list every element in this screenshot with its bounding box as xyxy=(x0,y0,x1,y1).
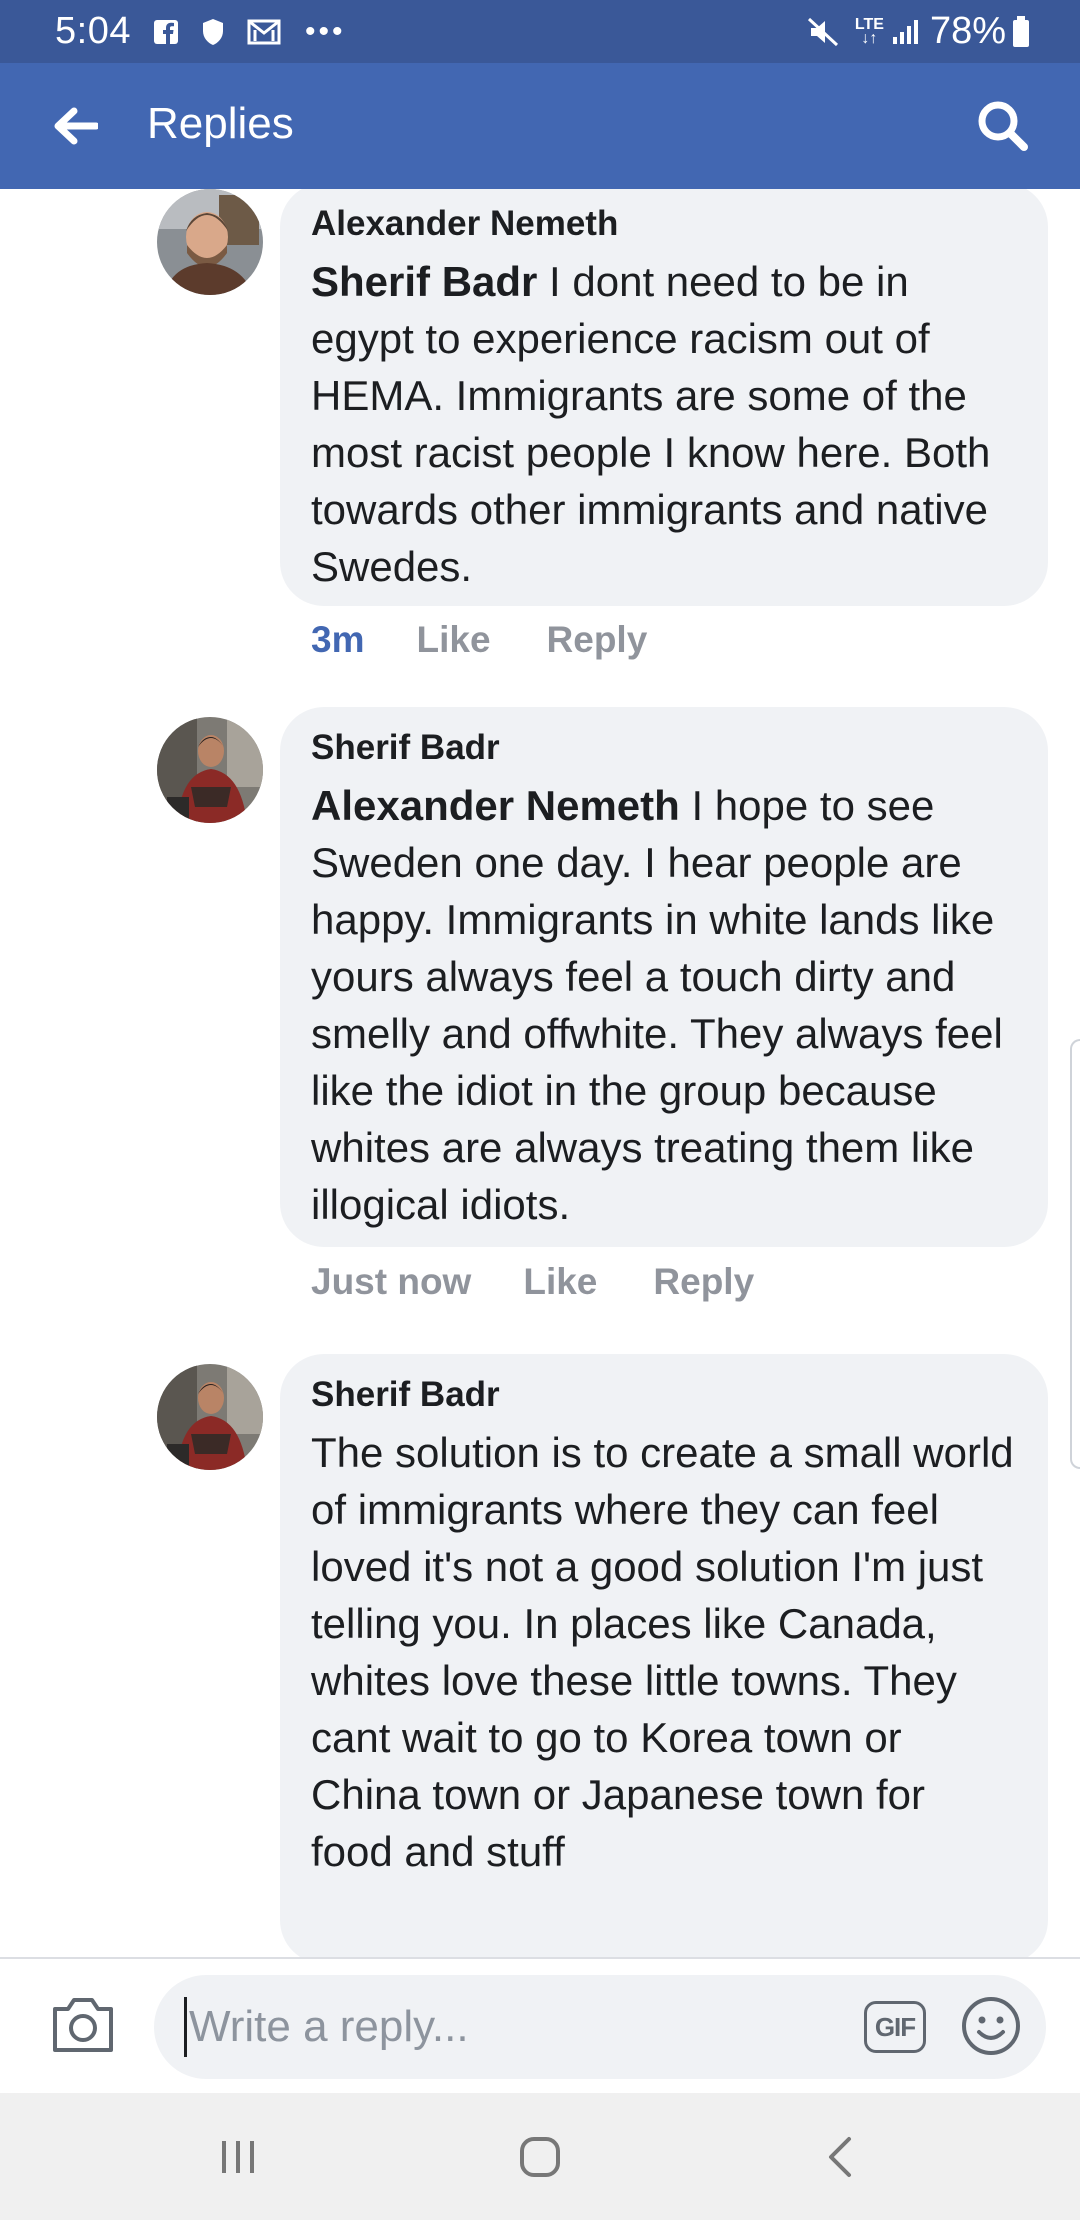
comment-author[interactable]: Alexander Nemeth xyxy=(311,201,1018,247)
smiley-icon xyxy=(962,1997,1020,2055)
comment-bubble[interactable]: Sherif Badr Alexander Nemeth I hope to s… xyxy=(280,707,1048,1247)
comment-actions: 3m Like Reply xyxy=(311,619,647,661)
network-type: LTE xyxy=(854,15,884,33)
signal-icon xyxy=(892,19,920,45)
search-button[interactable] xyxy=(974,97,1032,155)
comment-bubble[interactable]: Alexander Nemeth Sherif Badr I dont need… xyxy=(280,189,1048,606)
reply-button[interactable]: Reply xyxy=(547,619,648,661)
mute-icon xyxy=(807,17,841,47)
comment-text: The solution is to create a small world … xyxy=(311,1429,1014,1875)
back-nav-button[interactable] xyxy=(820,2133,860,2181)
system-nav-bar xyxy=(0,2093,1080,2220)
shield-icon xyxy=(201,18,225,46)
more-dots-icon: ••• xyxy=(304,14,346,48)
reply-button[interactable]: Reply xyxy=(653,1261,754,1303)
facebook-icon xyxy=(153,19,179,45)
avatar[interactable] xyxy=(157,717,263,823)
comment-body: I dont need to be in egypt to experience… xyxy=(311,258,991,590)
avatar[interactable] xyxy=(157,189,263,295)
like-button[interactable]: Like xyxy=(416,619,490,661)
reply-input[interactable] xyxy=(184,1997,824,2057)
comment-time[interactable]: 3m xyxy=(311,619,364,661)
comment-body: I hope to see Sweden one day. I hear peo… xyxy=(311,782,1003,1228)
comment-bubble[interactable]: Sherif Badr The solution is to create a … xyxy=(280,1354,1048,1957)
emoji-button[interactable] xyxy=(960,1995,1022,2057)
like-button[interactable]: Like xyxy=(523,1261,597,1303)
app-bar: Replies xyxy=(0,63,1080,189)
back-chevron-icon xyxy=(829,2137,851,2177)
back-button[interactable] xyxy=(50,101,100,151)
status-time: 5:04 xyxy=(55,10,131,52)
lte-indicator: LTE ↓↑ xyxy=(854,15,884,47)
avatar[interactable] xyxy=(157,1364,263,1470)
mention-link[interactable]: Alexander Nemeth xyxy=(311,782,680,829)
gif-button[interactable]: GIF xyxy=(864,2001,926,2053)
search-icon xyxy=(978,101,1028,151)
scrollbar[interactable] xyxy=(1070,1039,1080,1469)
camera-icon xyxy=(53,1998,113,2052)
recent-apps-button[interactable] xyxy=(214,2133,262,2181)
reply-field[interactable]: GIF xyxy=(154,1975,1046,2079)
status-bar: 5:04 ••• LTE ↓↑ 78% xyxy=(0,0,1080,63)
recent-apps-icon xyxy=(222,2141,254,2173)
home-button[interactable] xyxy=(515,2133,565,2181)
status-left: 5:04 ••• xyxy=(55,10,345,53)
comment-author[interactable]: Sherif Badr xyxy=(311,725,1018,771)
replies-feed[interactable]: Alexander Nemeth Sherif Badr I dont need… xyxy=(0,189,1080,1957)
comment-text: Sherif Badr I dont need to be in egypt t… xyxy=(311,253,1018,595)
home-icon xyxy=(520,2137,560,2177)
battery-percent: 78% xyxy=(929,10,1006,52)
gmail-icon xyxy=(247,19,281,45)
status-right: LTE ↓↑ 78% xyxy=(785,10,1030,53)
reply-composer: GIF xyxy=(0,1957,1080,2093)
battery-icon xyxy=(1012,15,1030,48)
comment-author[interactable]: Sherif Badr xyxy=(311,1372,1018,1418)
page-title: Replies xyxy=(147,99,294,148)
comment-text: Alexander Nemeth I hope to see Sweden on… xyxy=(311,777,1018,1233)
comment-time[interactable]: Just now xyxy=(311,1261,471,1303)
camera-button[interactable] xyxy=(50,1995,116,2055)
mention-link[interactable]: Sherif Badr xyxy=(311,258,537,305)
arrow-left-icon xyxy=(54,107,98,145)
comment-actions: Just now Like Reply xyxy=(311,1261,754,1303)
